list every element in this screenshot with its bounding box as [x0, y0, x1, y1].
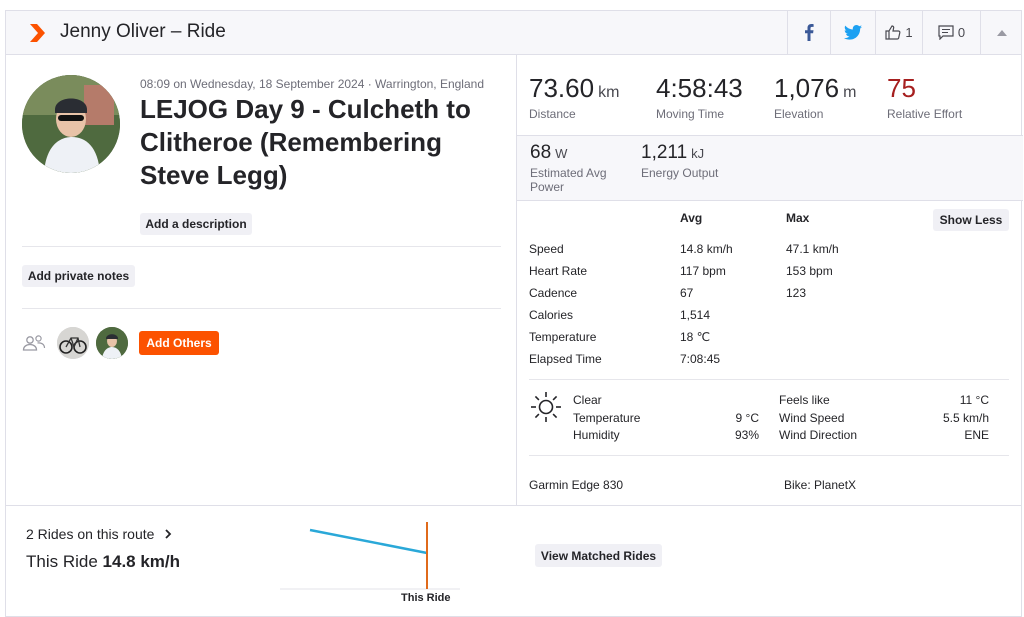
divider — [22, 246, 501, 247]
power-value: 68 W — [530, 142, 568, 163]
distance-label: Distance — [529, 107, 576, 121]
this-ride-chart-label: This Ride — [401, 592, 451, 604]
chevron-right-icon — [165, 529, 172, 539]
detail-label-cell: Heart Rate — [529, 264, 588, 278]
chevron-up-icon — [996, 29, 1007, 36]
energy-value: 1,211 kJ — [641, 142, 705, 163]
view-matched-rides-button[interactable]: View Matched Rides — [535, 544, 662, 567]
thumbs-up-icon — [885, 25, 901, 40]
activity-stats: 73.60 km Distance 4:58:43 Moving Time 1,0… — [517, 55, 1023, 505]
weather-temp-label: Temperature — [573, 411, 641, 425]
divider — [529, 379, 1009, 380]
detail-max-cell: 47.1 km/h — [786, 242, 839, 256]
comments-button[interactable]: 0 — [922, 11, 980, 54]
detail-avg-cell: 1,514 — [680, 308, 711, 322]
activity-title: LEJOG Day 9 - Culcheth to Clitheroe (Rem… — [140, 94, 471, 190]
bicycle-icon — [57, 327, 89, 359]
activity-card: Jenny Oliver – Ride 1 0 08:09 on Wednesd… — [5, 10, 1023, 617]
relative-effort-value[interactable]: 75 — [887, 73, 916, 104]
comment-count: 0 — [957, 25, 966, 40]
kudos-count: 1 — [905, 25, 913, 40]
speed-trend-line — [309, 528, 428, 555]
feels-like-value: 11 °C — [959, 393, 989, 407]
detail-max-cell: 123 — [786, 286, 807, 300]
distance-value: 73.60 km — [529, 73, 620, 103]
facebook-share-button[interactable] — [787, 11, 830, 54]
weather-condition: Clear — [573, 393, 602, 407]
bike-avatar[interactable] — [57, 327, 89, 359]
group-people-icon — [22, 335, 46, 351]
detail-avg-cell: 7:08:45 — [680, 352, 721, 366]
comment-icon — [938, 25, 954, 40]
col-max-header: Max — [786, 211, 810, 225]
detail-avg-cell: 117 bpm — [680, 264, 726, 278]
wind-direction-label: Wind Direction — [779, 428, 858, 442]
elevation-label: Elevation — [774, 107, 824, 121]
divider — [529, 455, 1009, 456]
kudos-button[interactable]: 1 — [875, 11, 922, 54]
detail-label-cell: Speed — [529, 242, 564, 256]
detail-avg-cell: 14.8 km/h — [680, 242, 733, 256]
moving-time-value: 4:58:43 — [656, 73, 743, 103]
sun-icon — [531, 392, 561, 422]
matched-rides-chart — [280, 522, 460, 590]
add-description-button[interactable]: Add a description — [140, 213, 252, 235]
detail-avg-cell: 18 ℃ — [680, 330, 711, 344]
elevation-value: 1,076 m — [774, 73, 857, 103]
humidity-value: 93% — [734, 428, 759, 442]
moving-time-label: Moving Time — [656, 107, 725, 121]
wind-speed-label: Wind Speed — [779, 411, 845, 425]
matched-rides-section: 2 Rides on this route This Ride 14.8 km/… — [6, 505, 1021, 617]
power-label: Estimated Avg Power — [530, 166, 607, 194]
weather-temp-value: 9 °C — [735, 411, 759, 425]
detail-avg-cell: 67 — [680, 286, 694, 300]
feels-like-label: Feels like — [779, 393, 830, 407]
page-title: Jenny Oliver – Ride — [60, 21, 226, 42]
athlete-avatar[interactable] — [22, 75, 120, 173]
twitter-bird-icon — [844, 25, 862, 40]
bike-name[interactable]: Bike: PlanetX — [784, 478, 856, 492]
athlete-photo-icon — [22, 75, 120, 173]
activity-header: Jenny Oliver – Ride 1 0 — [6, 11, 1021, 55]
device-name: Garmin Edge 830 — [529, 478, 624, 492]
col-avg-header: Avg — [680, 211, 703, 225]
matched-rides-link[interactable]: 2 Rides on this route — [26, 526, 172, 542]
twitter-share-button[interactable] — [830, 11, 875, 54]
show-less-button[interactable]: Show Less — [933, 209, 1009, 231]
detail-label-cell: Calories — [529, 308, 574, 322]
detail-max-cell: 153 bpm — [786, 264, 833, 278]
power-panel: 68 W Estimated Avg Power 1,211 kJ Energy O… — [517, 135, 1023, 201]
humidity-label: Humidity — [573, 428, 620, 442]
athlete-small-avatar[interactable] — [96, 327, 128, 359]
relative-effort-label: Relative Effort — [887, 107, 963, 121]
detail-label-cell: Elapsed Time — [529, 352, 602, 366]
activity-meta: 08:09 on Wednesday, 18 September 2024 · … — [140, 77, 484, 91]
add-others-button[interactable]: Add Others — [139, 331, 219, 355]
facebook-icon — [805, 24, 814, 41]
activity-summary: 08:09 on Wednesday, 18 September 2024 · … — [6, 55, 517, 505]
add-private-notes-button[interactable]: Add private notes — [22, 265, 135, 287]
wind-speed-value: 5.5 km/h — [942, 411, 989, 425]
athlete-photo-icon — [96, 327, 128, 359]
detail-label-cell: Cadence — [529, 286, 578, 300]
strava-logo-icon — [30, 24, 45, 42]
collapse-button[interactable] — [980, 11, 1022, 54]
energy-label: Energy Output — [641, 166, 719, 180]
divider — [22, 308, 501, 309]
detail-label-cell: Temperature — [529, 330, 597, 344]
wind-direction-value: ENE — [964, 428, 989, 442]
this-ride-speed: This Ride 14.8 km/h — [26, 552, 181, 571]
